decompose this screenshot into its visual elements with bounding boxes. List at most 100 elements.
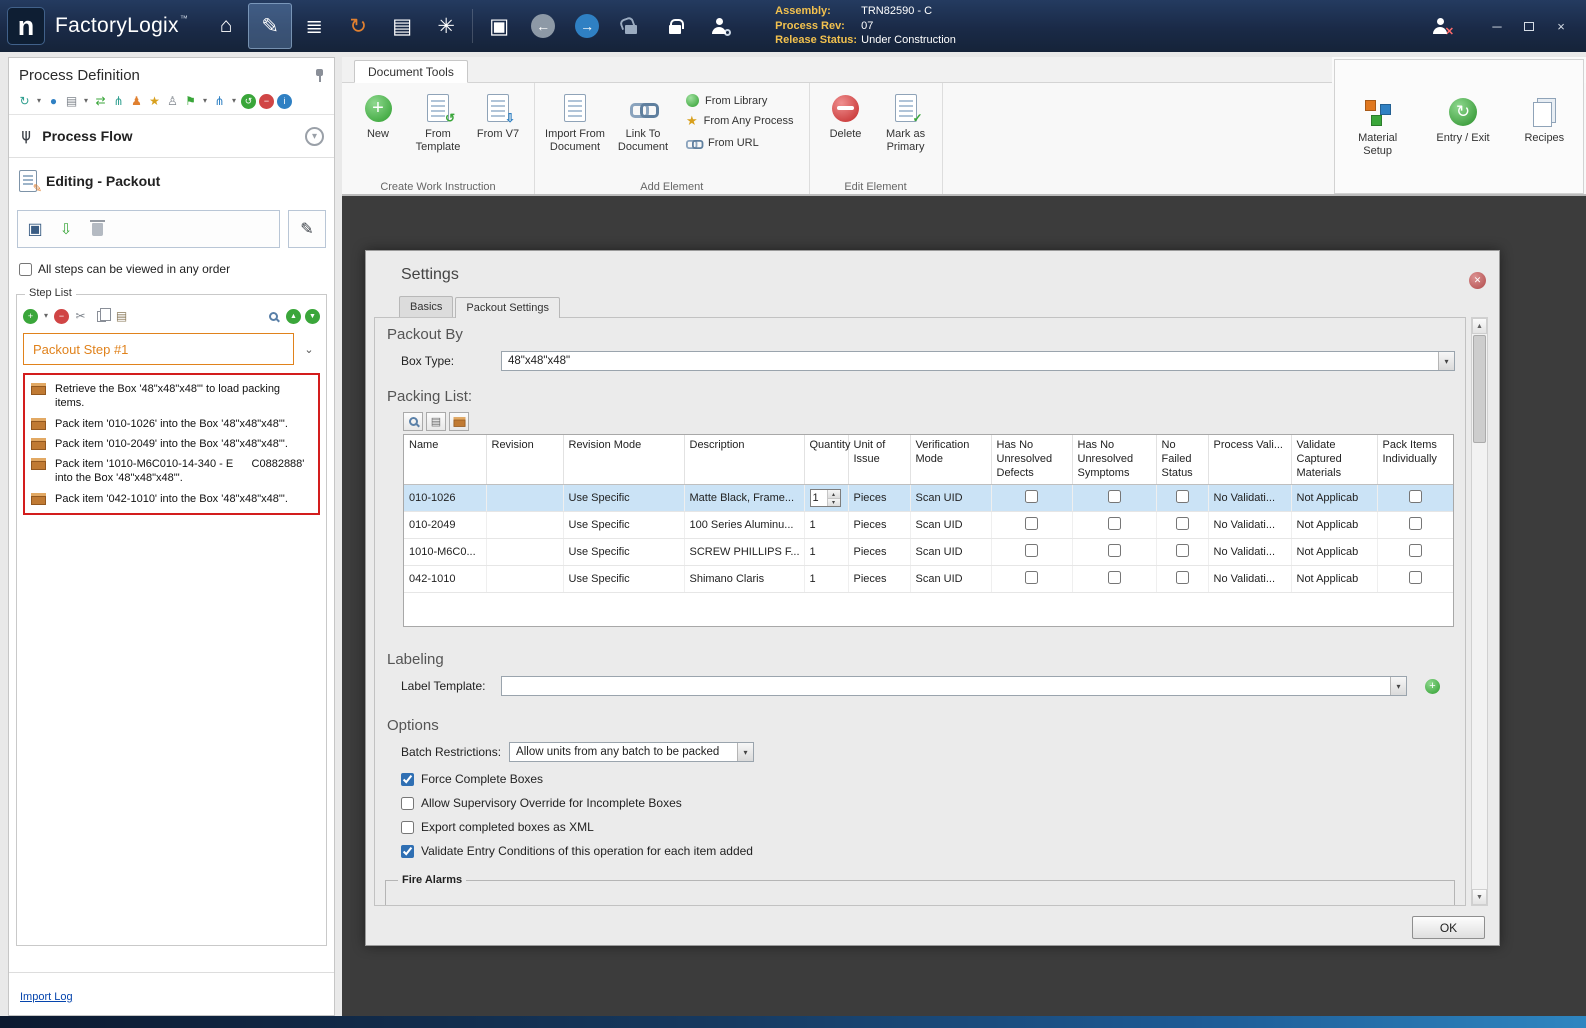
packing-list-row[interactable]: 042-1010 Use Specific Shimano Claris 1 Piece… [404,565,1453,594]
has-no-unresolved-symptoms-cell[interactable] [1072,484,1157,513]
maximize-button[interactable] [1514,13,1544,39]
chevron-down-icon[interactable]: ▾ [35,93,43,109]
has-no-unresolved-symptoms-cell[interactable] [1072,538,1157,567]
recipes-button[interactable]: Recipes [1515,92,1573,145]
move-down-icon[interactable]: ▼ [305,308,320,324]
column-header[interactable]: Verification Mode [910,435,992,486]
tab-basics[interactable]: Basics [399,296,454,317]
has-no-unresolved-defects-cell[interactable] [991,484,1073,513]
forward-button[interactable]: → [565,3,609,49]
chevron-down-icon[interactable]: ▾ [1438,352,1454,370]
revision-cell[interactable] [486,565,564,594]
option-checkbox-row[interactable]: Allow Supervisory Override for Incomplet… [401,796,1465,810]
from-any-process-button[interactable]: ★ From Any Process [686,113,794,129]
tree-icon[interactable]: ⋔ [212,93,227,109]
column-header[interactable]: Quantity [804,435,850,486]
library-button[interactable]: ≣ [292,3,336,49]
column-header[interactable]: Description [684,435,805,486]
back-button[interactable]: ← [521,3,565,49]
list-view-button[interactable]: ▤ [426,412,446,431]
process-flow-row[interactable]: ⋔ Process Flow ▾ [9,115,334,157]
unlock-button[interactable] [609,3,653,49]
scrollbar-thumb[interactable] [1473,335,1486,443]
chevron-down-icon[interactable]: ▾ [1390,677,1406,695]
scroll-up-icon[interactable]: ▲ [1472,318,1487,334]
step-instruction[interactable]: Pack item '042-1010' into the Box '48"x4… [28,489,315,509]
settings-button[interactable]: ✳ [424,3,468,49]
has-no-unresolved-defects-cell[interactable] [991,511,1073,540]
column-header[interactable]: Has No Unresolved Symptoms [1072,435,1157,486]
name-cell[interactable]: 010-1026 [404,484,487,513]
revision-mode-cell[interactable]: Use Specific [563,484,685,513]
info-icon[interactable]: i [277,93,292,109]
dialog-close-button[interactable]: ✕ [1469,272,1486,289]
has-no-unresolved-symptoms-checkbox[interactable] [1107,517,1121,531]
add-label-template-button[interactable]: + [1425,678,1440,694]
unit-of-issue-cell[interactable]: Pieces [848,538,911,567]
has-no-unresolved-symptoms-checkbox[interactable] [1107,490,1121,504]
quantity-cell[interactable]: 1 [804,538,849,567]
process-editor-button[interactable]: ✎ [248,3,293,49]
chevron-down-icon[interactable]: ▾ [42,308,50,324]
copy-button[interactable] [92,307,111,325]
move-up-icon[interactable]: ▲ [286,308,301,324]
view-order-checkbox-row[interactable]: All steps can be viewed in any order [9,254,334,284]
no-failed-status-checkbox[interactable] [1175,544,1189,558]
no-failed-status-cell[interactable] [1156,565,1209,594]
column-header[interactable]: Revision Mode [563,435,685,486]
pack-items-individually-checkbox[interactable] [1409,571,1422,585]
verification-mode-cell[interactable]: Scan UID [910,538,992,567]
has-no-unresolved-defects-checkbox[interactable] [1025,544,1038,558]
chevron-down-icon[interactable]: ▾ [737,743,754,761]
column-header[interactable]: Revision [486,435,564,486]
unit-of-issue-cell[interactable]: Pieces [848,484,911,513]
entry-exit-button[interactable]: ↻ Entry / Exit [1430,92,1496,145]
collapse-chevron-icon[interactable]: ▾ [305,126,324,146]
unit-of-issue-cell[interactable]: Pieces [848,565,911,594]
verification-mode-cell[interactable]: Scan UID [910,484,992,513]
from-v7-button[interactable]: ⇩ From V7 [469,88,527,141]
pack-items-individually-cell[interactable] [1377,565,1453,594]
description-cell[interactable]: Shimano Claris [684,565,805,594]
mark-as-primary-button[interactable]: ✓ Mark as Primary [877,88,935,153]
from-url-button[interactable]: From URL [686,135,794,151]
box-type-select[interactable]: 48"x48"x48" ▾ [501,351,1455,371]
find-step-button[interactable] [264,307,282,325]
validate-captured-materials-cell[interactable]: Not Applicab [1291,565,1378,594]
step-instruction[interactable]: Pack item '010-2049' into the Box '48"x4… [28,434,315,454]
step-instruction[interactable]: Retrieve the Box '48"x48"x48"' to load p… [28,379,315,414]
new-button[interactable]: + New [349,88,407,141]
no-failed-status-checkbox[interactable] [1175,571,1189,585]
revision-cell[interactable] [486,484,564,513]
pack-items-individually-checkbox[interactable] [1409,517,1422,531]
batch-restrictions-select[interactable]: Allow units from any batch to be packed … [509,742,755,762]
validate-captured-materials-cell[interactable]: Not Applicab [1291,538,1378,567]
process-validation-cell[interactable]: No Validati... [1208,538,1292,567]
dialog-scrollbar[interactable]: ▲ ▼ [1471,317,1488,906]
no-failed-status-cell[interactable] [1156,538,1209,567]
edit-step-document-button[interactable]: ✎ [288,210,326,248]
column-header[interactable]: Validate Captured Materials [1291,435,1378,486]
pack-items-individually-checkbox[interactable] [1409,490,1422,504]
description-cell[interactable]: SCREW PHILLIPS F... [684,538,805,567]
process-validation-cell[interactable]: No Validati... [1208,511,1292,540]
step-chevron-icon[interactable]: ⌄ [298,338,320,360]
revision-mode-cell[interactable]: Use Specific [563,511,685,540]
pack-items-individually-checkbox[interactable] [1409,544,1422,558]
description-cell[interactable]: 100 Series Aluminu... [684,511,805,540]
print-icon[interactable]: ▤ [64,93,79,109]
package-view-button[interactable] [449,412,469,431]
option-checkbox-row[interactable]: Export completed boxes as XML [401,820,1465,834]
key-icon[interactable]: ★ [147,93,162,109]
import-from-document-button[interactable]: Import From Document [542,88,608,153]
import-log-link[interactable]: Import Log [20,991,73,1003]
step-name-field[interactable]: Packout Step #1 [23,333,294,365]
scroll-down-icon[interactable]: ▼ [1472,889,1487,905]
step-instruction[interactable]: Pack item '1010-M6C010-14-340 - E C08828… [28,454,315,489]
name-cell[interactable]: 1010-M6C0... [404,538,487,567]
quantity-cell[interactable]: 1 ▴ ▾ [804,484,849,513]
verification-mode-cell[interactable]: Scan UID [910,565,992,594]
remove-step-icon[interactable]: − [54,308,69,324]
import-step-button[interactable]: ⇩ [52,215,80,243]
delete-step-button[interactable] [83,215,111,243]
